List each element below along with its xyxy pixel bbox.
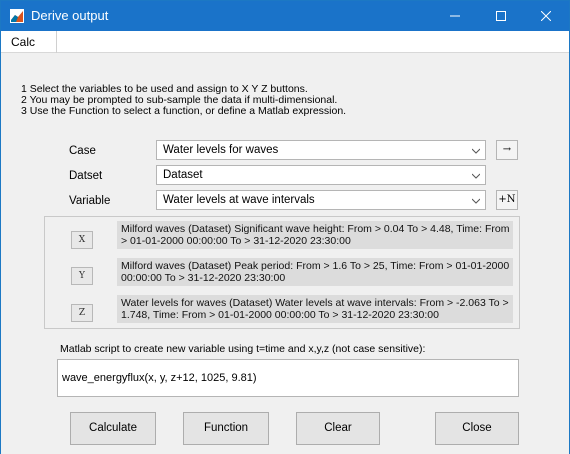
instruction-line-3: 3 Use the Function to select a function,… (21, 105, 347, 117)
z-button[interactable]: Z (71, 304, 93, 322)
x-description: Milford waves (Dataset) Significant wave… (117, 221, 513, 249)
title-bar: Derive output (1, 1, 569, 31)
minimize-icon (450, 15, 460, 17)
x-button[interactable]: X (71, 231, 93, 249)
maximize-icon (496, 11, 506, 21)
variable-value: Water levels at wave intervals (163, 194, 315, 206)
chevron-down-icon (472, 148, 480, 154)
close-window-button[interactable] (523, 1, 569, 31)
clear-button[interactable]: Clear (296, 412, 380, 445)
dataset-select[interactable]: Dataset (156, 165, 486, 185)
case-select[interactable]: Water levels for waves (156, 140, 486, 160)
variable-select[interactable]: Water levels at wave intervals (156, 190, 486, 210)
close-button[interactable]: Close (435, 412, 519, 445)
z-description: Water levels for waves (Dataset) Water l… (117, 295, 513, 323)
script-input[interactable]: wave_energyflux(x, y, z+12, 1025, 9.81) (57, 359, 519, 397)
instructions: 1 Select the variables to be used and as… (21, 84, 346, 117)
window-title: Derive output (31, 8, 109, 23)
case-label: Case (69, 145, 96, 157)
menu-bar: Calc (1, 31, 569, 53)
chevron-down-icon (472, 173, 480, 179)
minimize-button[interactable] (432, 1, 478, 31)
case-value: Water levels for waves (163, 144, 279, 156)
case-go-button[interactable]: → (496, 140, 518, 160)
menu-calc[interactable]: Calc (1, 31, 57, 53)
function-button[interactable]: Function (183, 412, 269, 445)
y-description: Milford waves (Dataset) Peak period: Fro… (117, 258, 513, 286)
matlab-icon (10, 9, 24, 23)
close-icon (541, 11, 551, 21)
xyz-assignment-panel: X Milford waves (Dataset) Significant wa… (44, 216, 520, 329)
dialog-content: 1 Select the variables to be used and as… (1, 54, 569, 454)
script-label: Matlab script to create new variable usi… (60, 343, 426, 355)
dataset-value: Dataset (163, 169, 203, 181)
variable-label: Variable (69, 195, 111, 207)
chevron-down-icon (472, 198, 480, 204)
y-button[interactable]: Y (71, 267, 93, 285)
derive-output-window: Derive output Calc 1 Select the variable… (0, 0, 570, 454)
add-variable-button[interactable]: +N (496, 190, 518, 210)
maximize-button[interactable] (478, 1, 524, 31)
calculate-button[interactable]: Calculate (70, 412, 156, 445)
dataset-label: Datset (69, 170, 103, 182)
